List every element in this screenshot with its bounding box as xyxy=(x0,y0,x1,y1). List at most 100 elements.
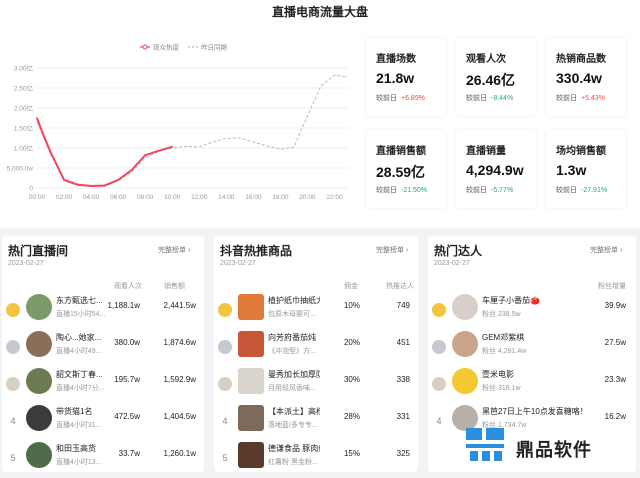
rank-medal-icon xyxy=(432,340,446,354)
stat-compare: 较前日 +5.43% xyxy=(556,93,605,103)
stat-change: -8.44% xyxy=(491,95,514,102)
stat-label: 热销商品数 xyxy=(556,54,606,65)
rank-medal-icon xyxy=(432,303,446,317)
stat-value: 330.4w xyxy=(556,70,602,86)
list-item[interactable]: 植护纸巾抽纸大 包原木母婴可... 10% 749 xyxy=(214,292,418,328)
stat-change: +6.89% xyxy=(401,95,425,102)
stat-compare: 较前日 -5.77% xyxy=(466,185,513,195)
list-item[interactable]: 曼秀加长加厚防 月用轻风香味... 30% 338 xyxy=(214,366,418,402)
stat-label: 直播场数 xyxy=(376,54,416,65)
col-header-fan-growth: 粉丝增量 xyxy=(598,283,626,290)
item-value-1: 1,188.1w xyxy=(107,301,140,310)
product-thumbnail xyxy=(238,442,264,468)
avatar xyxy=(452,331,478,357)
x-tick-label: 16:00 xyxy=(245,194,262,201)
x-tick-label: 04:00 xyxy=(83,194,100,201)
item-value-2: 1,874.6w xyxy=(163,338,196,347)
list-item[interactable]: 陶心...她家... 直播4小时49... 380.0w 1,874.6w xyxy=(2,329,204,365)
watermark-text: 鼎品软件 xyxy=(516,440,592,460)
item-value-1: 28% xyxy=(343,412,360,421)
item-value-1: 195.7w xyxy=(114,375,140,384)
item-subtitle: 《冲泡型》方... xyxy=(268,348,316,355)
item-name: 带货猫1名 xyxy=(56,407,93,416)
item-subtitle: 直播4小时49... xyxy=(56,348,102,355)
y-tick-label: 2.00亿 xyxy=(14,104,34,113)
item-value-2: 2,441.5w xyxy=(163,301,196,310)
hot-live-card: 热门直播间 完整榜单 › 2023-02-27 观看人次 销售额 东方甄选七..… xyxy=(2,236,204,472)
rank-medal-icon xyxy=(6,340,20,354)
stat-compare-label: 较前日 xyxy=(556,187,577,194)
data-point xyxy=(63,179,65,181)
data-point xyxy=(117,179,119,181)
item-name: 东方甄选七... xyxy=(56,296,103,305)
avatar xyxy=(452,368,478,394)
rank-number: 4 xyxy=(10,416,16,426)
hot-live-more-link[interactable]: 完整榜单 › xyxy=(158,245,190,255)
stat-card: 观看人次 26.46亿 较前日 -8.44% xyxy=(456,38,536,116)
stat-value: 28.59亿 xyxy=(376,164,426,180)
legend-label[interactable]: 昨日同期 xyxy=(201,43,228,52)
item-subtitle: 粉丝 238.5w xyxy=(482,311,521,318)
stat-compare: 较前日 -27.91% xyxy=(556,185,607,195)
y-tick-label: 2.50亿 xyxy=(14,84,34,93)
item-name: 陶心...她家... xyxy=(56,333,102,342)
hot-goods-more-link[interactable]: 完整榜单 › xyxy=(376,245,408,255)
list-item[interactable]: 5 和田玉高货 直播4小时13... 33.7w 1,260.1w xyxy=(2,440,204,472)
item-value-2: 1,260.1w xyxy=(163,449,196,458)
y-tick-label: 0 xyxy=(29,186,33,193)
hot-goods-date: 2023-02-27 xyxy=(220,260,256,267)
hot-live-date: 2023-02-27 xyxy=(8,260,44,267)
series-line xyxy=(36,74,349,186)
stat-label: 直播销量 xyxy=(466,146,506,157)
data-point xyxy=(36,117,38,119)
data-point xyxy=(130,169,133,171)
list-item[interactable]: 东方甄选七... 直播15小时54... 1,188.1w 2,441.5w xyxy=(2,292,204,328)
list-item[interactable]: 5 德谦食品 豚肉纯红薯粉 黑金粉... 15% 325 xyxy=(214,440,418,472)
list-item[interactable]: 车厘子小番茄🍅 粉丝 238.5w 39.9w xyxy=(428,292,636,328)
item-value-1: 23.3w xyxy=(604,375,626,384)
item-subtitle: 直播4小时13... xyxy=(56,459,102,466)
list-item[interactable]: GEM邓紫棋 粉丝 4,281.4w 27.5w xyxy=(428,329,636,365)
stat-value: 1.3w xyxy=(556,162,587,178)
product-thumbnail xyxy=(238,331,264,357)
list-item[interactable]: 4 【本派土】高档 落地蓝/多专专... 28% 331 xyxy=(214,403,418,439)
item-value-2: 1,592.9w xyxy=(163,375,196,384)
data-point xyxy=(42,135,45,137)
stat-card: 热销商品数 330.4w 较前日 +5.43% xyxy=(546,38,626,116)
list-item[interactable]: 韶文斯丁春... 直播4小时7分... 195.7w 1,592.9w xyxy=(2,366,204,402)
item-name: 韶文斯丁春... xyxy=(56,370,103,379)
item-value-1: 15% xyxy=(343,449,360,458)
item-name: 向芳府番茄炖 xyxy=(268,333,316,342)
x-tick-label: 10:00 xyxy=(164,194,181,201)
x-tick-label: 12:00 xyxy=(191,194,208,201)
y-tick-label: 1.50亿 xyxy=(14,124,34,133)
stat-value: 4,294.9w xyxy=(466,162,524,178)
hot-live-title: 热门直播间 xyxy=(8,244,69,258)
col-header-views: 观看人次 xyxy=(114,283,142,290)
avatar xyxy=(26,405,52,431)
data-point xyxy=(49,151,52,153)
avatar xyxy=(26,331,52,357)
stat-change: +5.43% xyxy=(581,95,605,102)
col-header-commission: 佣金 xyxy=(344,283,358,290)
legend-label[interactable]: 观众热度 xyxy=(153,43,180,52)
item-value-2: 325 xyxy=(396,449,410,458)
y-tick-label: 3.00亿 xyxy=(14,64,34,73)
list-item[interactable]: 壹米电影 粉丝 316.1w 23.3w xyxy=(428,366,636,402)
stat-compare-label: 较前日 xyxy=(556,95,577,102)
stat-change: -21.50% xyxy=(401,187,428,194)
stat-compare-label: 较前日 xyxy=(466,95,487,102)
list-item[interactable]: 向芳府番茄炖 《冲泡型》方... 20% 451 xyxy=(214,329,418,365)
avatar xyxy=(26,294,52,320)
list-item[interactable]: 4 带货猫1名 直播4小时31... 472.5w 1,404.5w xyxy=(2,403,204,439)
item-name: GEM邓紫棋 xyxy=(482,333,525,342)
stat-card: 场均销售额 1.3w 较前日 -27.91% xyxy=(546,130,626,208)
item-name: 植护纸巾抽纸大 xyxy=(268,296,320,305)
item-subtitle: 粉丝 4,281.4w xyxy=(482,348,527,355)
hot-talent-more-link[interactable]: 完整榜单 › xyxy=(590,245,622,255)
item-value-1: 472.5w xyxy=(114,412,140,421)
legend-dot-icon xyxy=(142,44,148,50)
page-title: 直播电商流量大盘 xyxy=(271,5,368,19)
product-thumbnail xyxy=(238,368,264,394)
avatar xyxy=(26,442,52,468)
